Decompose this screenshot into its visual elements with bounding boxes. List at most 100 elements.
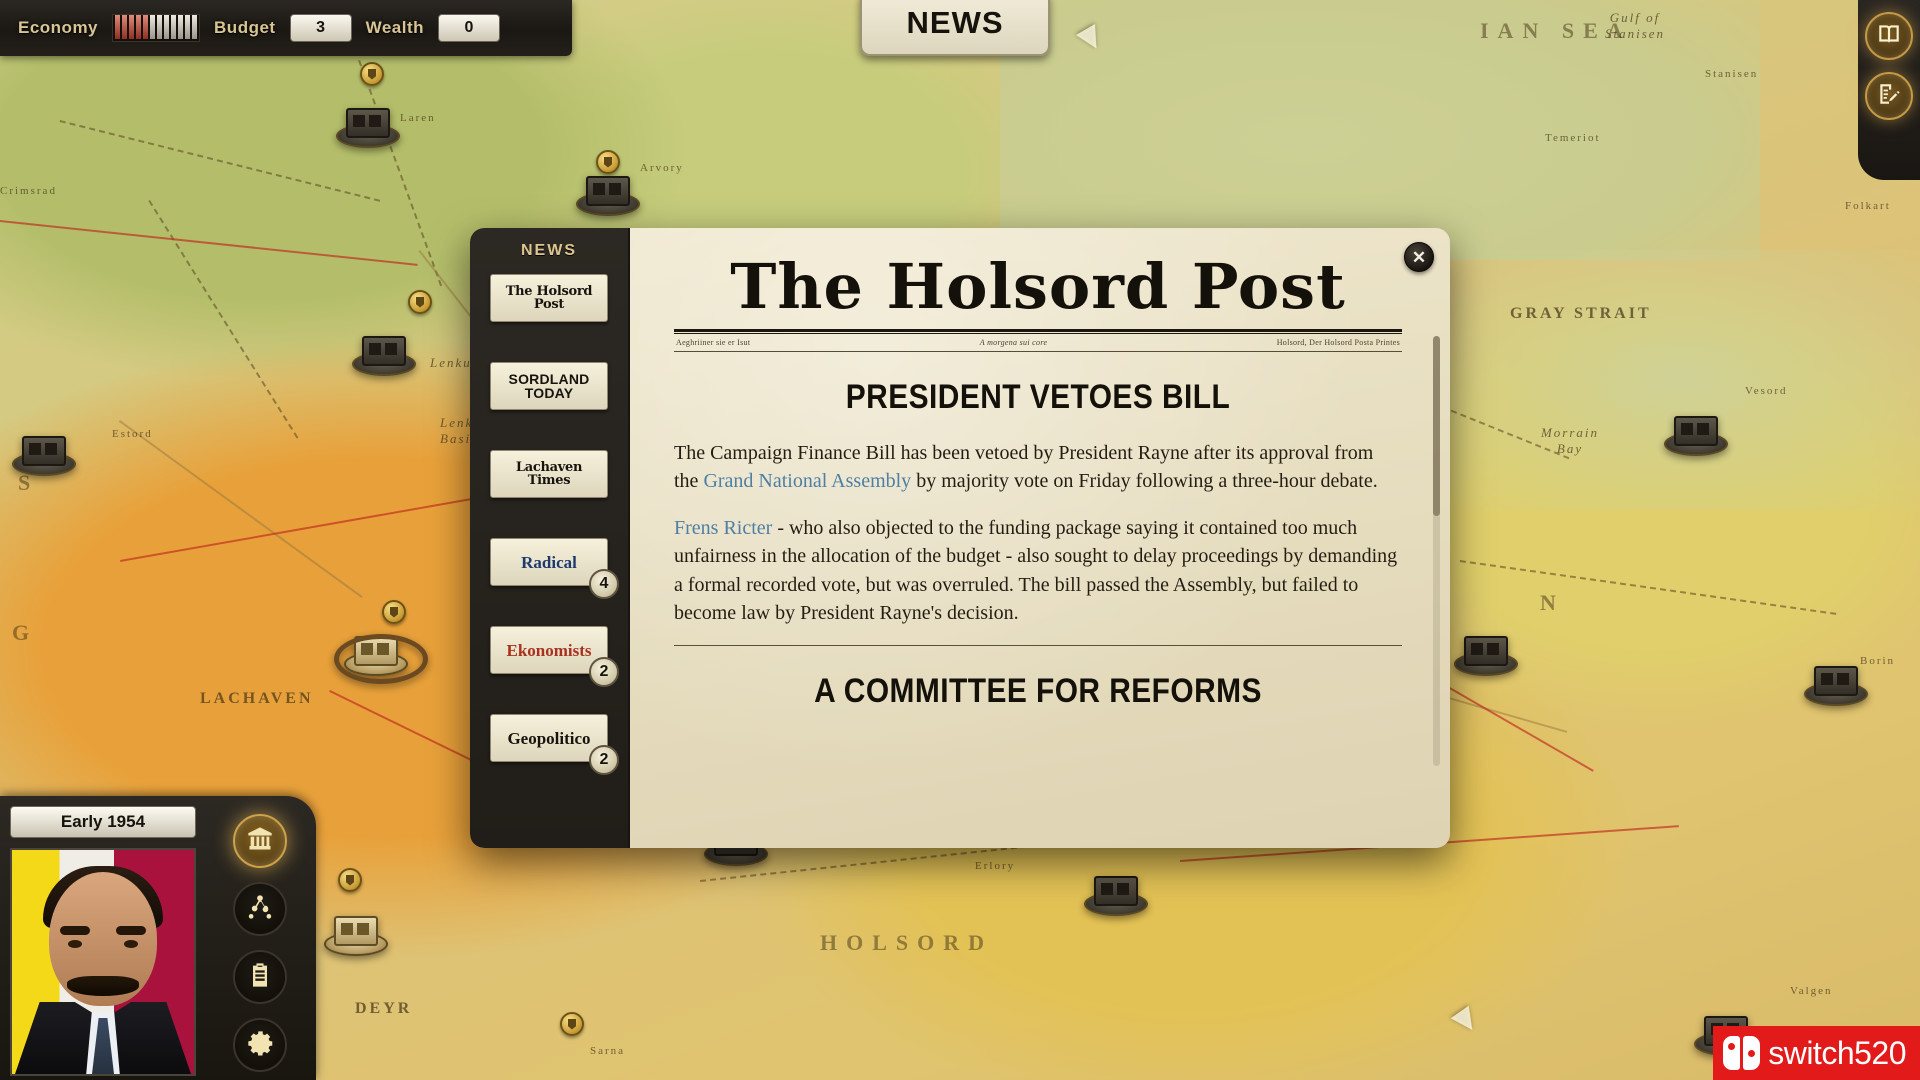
article-scrollbar[interactable] bbox=[1433, 336, 1440, 766]
newspaper-button-4[interactable]: Ekonomists 2 bbox=[490, 626, 619, 687]
map-token[interactable] bbox=[332, 92, 404, 148]
economy-gauge-bar bbox=[192, 15, 198, 39]
map-token[interactable] bbox=[1660, 400, 1732, 456]
map-pin[interactable] bbox=[560, 1012, 584, 1036]
newspaper-masthead: The Holsord Post bbox=[730, 250, 1346, 323]
switch-joycon-icon bbox=[1723, 1036, 1761, 1070]
newspaper-button-5[interactable]: Geopolitico 2 bbox=[490, 714, 619, 775]
parliament-button[interactable] bbox=[233, 814, 287, 868]
map-pin[interactable] bbox=[360, 62, 384, 86]
newspaper-button-label: The Holsord Post bbox=[505, 284, 593, 312]
map-pin[interactable] bbox=[408, 290, 432, 314]
scrollbar-thumb[interactable] bbox=[1433, 336, 1440, 516]
watermark-text: switch520 bbox=[1768, 1034, 1906, 1071]
economy-gauge-bar bbox=[164, 15, 170, 39]
article-link[interactable]: Grand National Assembly bbox=[703, 470, 911, 492]
newspaper-button-label: Geopolitico bbox=[507, 728, 591, 748]
economy-label: Economy bbox=[18, 18, 99, 37]
right-icon-rail bbox=[1858, 0, 1920, 180]
player-portrait[interactable] bbox=[10, 848, 196, 1076]
close-button[interactable]: ✕ bbox=[1404, 242, 1434, 272]
economy-gauge-bar bbox=[185, 15, 191, 39]
portrait-eye-right bbox=[124, 940, 138, 948]
portrait-brow-right bbox=[116, 926, 146, 935]
article-headline: PRESIDENT VETOES BILL bbox=[845, 378, 1231, 417]
newspaper-button-0[interactable]: The Holsord Post bbox=[490, 274, 608, 322]
economy-gauge-bar bbox=[178, 15, 184, 39]
network-button[interactable] bbox=[233, 882, 287, 936]
news-sidebar: NEWS The Holsord Post SORDLAND TODAY Lacha… bbox=[470, 228, 630, 848]
player-info-panel: Early 1954 bbox=[0, 796, 316, 1080]
network-icon bbox=[246, 893, 274, 926]
article-container: PRESIDENT VETOES BILL The Campaign Financ… bbox=[674, 378, 1402, 711]
budget-value: 3 bbox=[289, 14, 352, 42]
map-token[interactable] bbox=[8, 420, 80, 476]
book-button[interactable] bbox=[1865, 12, 1913, 60]
map-pin[interactable] bbox=[338, 868, 362, 892]
article-text: - who also objected to the funding packa… bbox=[674, 516, 1398, 625]
masthead-subline: Aeghriiner sie er Isut A morgena sui cor… bbox=[674, 334, 1402, 353]
article-paragraph: The Campaign Finance Bill has been vetoe… bbox=[674, 439, 1402, 496]
map-token[interactable] bbox=[572, 160, 644, 216]
newspaper-button-label: SORDLAND TODAY bbox=[508, 371, 590, 401]
parliament-icon bbox=[246, 825, 274, 858]
newspaper-button-label: Lachaven Times bbox=[515, 460, 583, 488]
wealth-value: 0 bbox=[438, 14, 500, 42]
portrait-moustache bbox=[67, 976, 139, 996]
notepad-button[interactable] bbox=[1865, 72, 1913, 120]
player-action-buttons bbox=[204, 796, 316, 1080]
news-tab-button[interactable]: NEWS bbox=[860, 0, 1050, 56]
newspaper-unread-badge: 4 bbox=[589, 569, 619, 599]
economy-gauge-bar bbox=[136, 15, 142, 39]
newspaper-unread-badge: 2 bbox=[589, 657, 619, 687]
article-link[interactable]: Frens Ricter bbox=[674, 517, 772, 539]
subline-right: Holsord, Der Holsord Posta Printes bbox=[1276, 338, 1400, 348]
map-token[interactable] bbox=[1450, 620, 1522, 676]
newspaper-button-1[interactable]: SORDLAND TODAY bbox=[490, 362, 608, 410]
economy-gauge-bar bbox=[150, 15, 156, 39]
newspaper-button-3[interactable]: Radical 4 bbox=[490, 538, 619, 599]
gear-icon bbox=[246, 1029, 274, 1062]
economy-gauge-bar bbox=[122, 15, 128, 39]
clipboard-icon bbox=[246, 961, 274, 994]
newspaper-button-label: Ekonomists bbox=[506, 640, 592, 660]
economy-gauge-bar bbox=[143, 15, 149, 39]
map-token[interactable] bbox=[1080, 860, 1152, 916]
economy-gauge-bar bbox=[157, 15, 163, 39]
newspaper-list: The Holsord Post SORDLAND TODAY Lachaven T… bbox=[490, 274, 619, 802]
book-icon bbox=[1876, 21, 1902, 52]
subline-middle: A morgena sui core bbox=[979, 338, 1048, 348]
notepad-icon bbox=[1876, 81, 1902, 112]
article-paragraph: Frens Ricter - who also objected to the … bbox=[674, 514, 1402, 628]
map-token[interactable] bbox=[320, 900, 392, 956]
news-modal[interactable]: NEWS The Holsord Post SORDLAND TODAY Lacha… bbox=[470, 228, 1450, 848]
clipboard-button[interactable] bbox=[233, 950, 287, 1004]
map-token[interactable] bbox=[334, 620, 428, 684]
sea-gray-strait bbox=[1420, 250, 1920, 510]
news-sidebar-title: NEWS bbox=[521, 242, 577, 259]
map-token[interactable] bbox=[348, 320, 420, 376]
map-token[interactable] bbox=[1800, 650, 1872, 706]
settings-button[interactable] bbox=[233, 1018, 287, 1072]
portrait-brow-left bbox=[60, 926, 90, 935]
sea-north bbox=[1000, 0, 1760, 260]
economy-gauge-bar bbox=[171, 15, 177, 39]
newspaper-button-2[interactable]: Lachaven Times bbox=[490, 450, 608, 498]
subline-left: Aeghriiner sie er Isut bbox=[676, 338, 751, 348]
article-headline: A COMMITTEE FOR REFORMS bbox=[814, 672, 1262, 711]
player-left-column: Early 1954 bbox=[0, 796, 204, 1080]
portrait-eye-left bbox=[68, 940, 82, 948]
economy-gauge bbox=[112, 14, 201, 42]
newspaper-button-label: Radical bbox=[521, 552, 577, 572]
economy-gauge-bar bbox=[115, 15, 121, 39]
newspaper-unread-badge: 2 bbox=[589, 745, 619, 775]
wealth-label: Wealth bbox=[365, 18, 424, 37]
top-status-bar: Economy Budget 3 Wealth 0 bbox=[0, 0, 572, 56]
article-divider bbox=[674, 645, 1402, 647]
budget-label: Budget bbox=[214, 18, 276, 37]
site-watermark: switch520 bbox=[1713, 1026, 1920, 1080]
article-text: by majority vote on Friday following a t… bbox=[911, 470, 1378, 493]
economy-gauge-bar bbox=[129, 15, 135, 39]
newspaper-page: ✕ The Holsord Post Aeghriiner sie er Isu… bbox=[630, 228, 1450, 848]
game-date: Early 1954 bbox=[10, 806, 196, 838]
